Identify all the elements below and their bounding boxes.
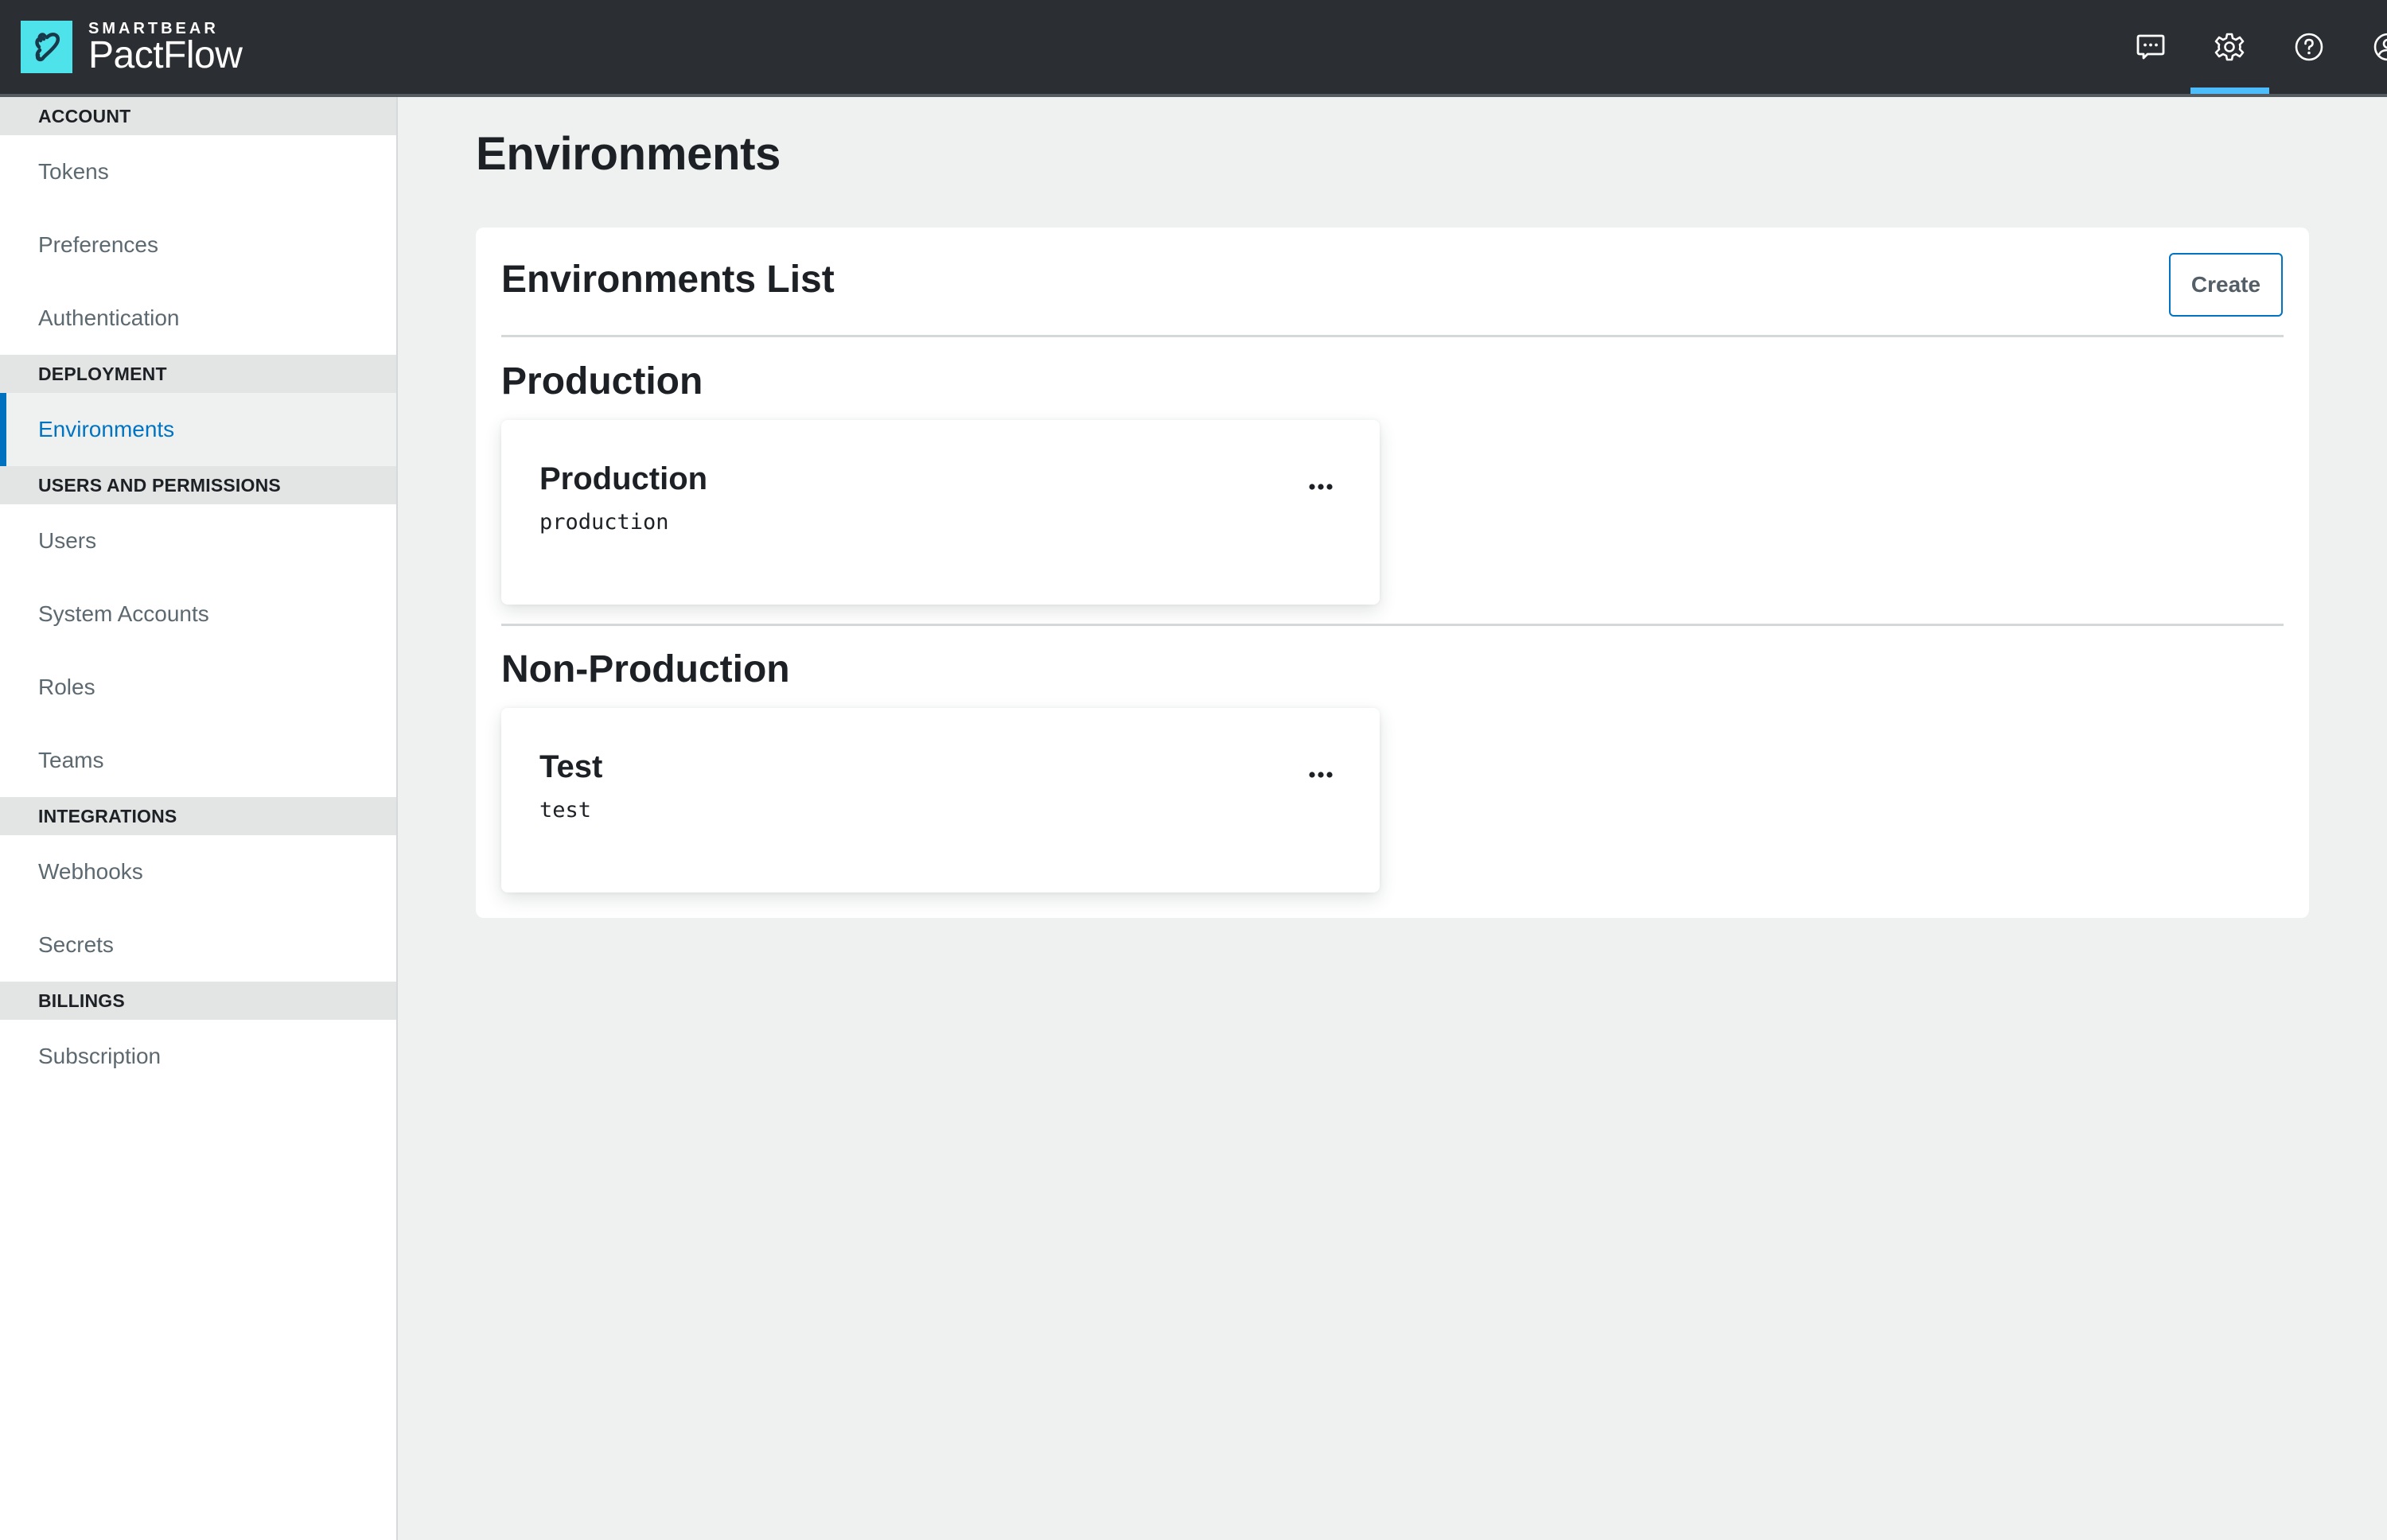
panel-title: Environments List bbox=[501, 259, 835, 301]
page-title: Environments bbox=[476, 128, 781, 180]
active-tab-indicator bbox=[2190, 88, 2269, 94]
help-icon bbox=[2295, 33, 2323, 61]
sidebar-item-preferences[interactable]: Preferences bbox=[0, 208, 396, 282]
sidebar-section-billings: BILLINGS bbox=[0, 982, 396, 1020]
environment-name: Production bbox=[539, 461, 708, 496]
group-heading-production: Production bbox=[501, 360, 703, 402]
environment-name: Test bbox=[539, 749, 603, 784]
environment-card[interactable]: Production production bbox=[501, 420, 1380, 605]
sidebar-item-authentication[interactable]: Authentication bbox=[0, 282, 396, 355]
sidebar-item-teams[interactable]: Teams bbox=[0, 724, 396, 797]
sidebar-item-tokens[interactable]: Tokens bbox=[0, 135, 396, 208]
settings-gear-icon bbox=[2214, 33, 2245, 61]
settings-sidebar: ACCOUNT Tokens Preferences Authenticatio… bbox=[0, 97, 398, 1540]
sidebar-item-roles[interactable]: Roles bbox=[0, 651, 396, 724]
sidebar-item-subscription[interactable]: Subscription bbox=[0, 1020, 396, 1093]
environment-slug: production bbox=[539, 510, 669, 535]
help-button[interactable] bbox=[2269, 0, 2349, 94]
environment-card[interactable]: Test test bbox=[501, 708, 1380, 892]
group-heading-non-production: Non-Production bbox=[501, 648, 790, 690]
more-horizontal-icon bbox=[1309, 484, 1333, 490]
sidebar-item-secrets[interactable]: Secrets bbox=[0, 908, 396, 982]
sidebar-section-users-and-permissions: USERS AND PERMISSIONS bbox=[0, 466, 396, 504]
top-navigation-bar: SMARTBEAR PactFlow bbox=[0, 0, 2387, 97]
user-account-icon bbox=[2373, 33, 2387, 61]
sidebar-section-deployment: DEPLOYMENT bbox=[0, 355, 396, 393]
sidebar-item-users[interactable]: Users bbox=[0, 504, 396, 578]
divider bbox=[501, 624, 2284, 626]
pactflow-logo-icon bbox=[21, 21, 72, 73]
settings-button[interactable] bbox=[2190, 0, 2269, 94]
environment-menu-button[interactable] bbox=[1302, 471, 1340, 503]
environment-menu-button[interactable] bbox=[1302, 759, 1340, 791]
feedback-button[interactable] bbox=[2111, 0, 2190, 94]
brand-product: PactFlow bbox=[88, 34, 243, 76]
sidebar-item-webhooks[interactable]: Webhooks bbox=[0, 835, 396, 908]
feedback-icon bbox=[2136, 34, 2165, 60]
environment-slug: test bbox=[539, 798, 592, 822]
environments-list-panel: Environments List Create Production Prod… bbox=[476, 228, 2309, 918]
brand[interactable]: SMARTBEAR PactFlow bbox=[21, 20, 243, 76]
sidebar-item-system-accounts[interactable]: System Accounts bbox=[0, 578, 396, 651]
divider bbox=[501, 335, 2284, 337]
create-environment-button[interactable]: Create bbox=[2169, 253, 2283, 317]
sidebar-item-environments[interactable]: Environments bbox=[0, 393, 396, 466]
user-account-button[interactable] bbox=[2348, 0, 2387, 94]
more-horizontal-icon bbox=[1309, 772, 1333, 778]
sidebar-section-integrations: INTEGRATIONS bbox=[0, 797, 396, 835]
sidebar-section-account: ACCOUNT bbox=[0, 97, 396, 135]
